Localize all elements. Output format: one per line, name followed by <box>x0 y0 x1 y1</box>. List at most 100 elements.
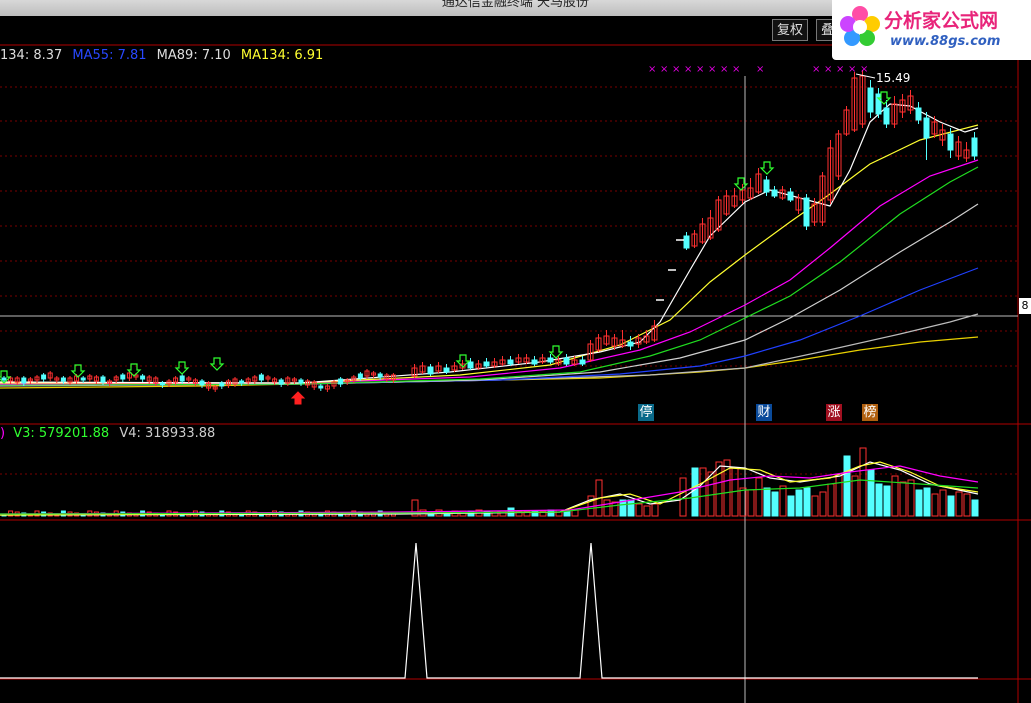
event-tag-limit-up[interactable]: 涨 <box>826 404 842 421</box>
x-marker: × <box>824 64 832 75</box>
candlesticks <box>1 70 978 392</box>
buy-arrow-icon <box>290 391 306 405</box>
volume-bar <box>971 499 979 517</box>
sell-arrow-icon <box>548 345 564 359</box>
ma-legend: 134: 8.37 MA55: 7.81 MA89: 7.10 MA134: 6… <box>0 48 323 63</box>
volume-bar <box>643 505 651 517</box>
x-marker: × <box>812 64 820 75</box>
event-tag-finance[interactable]: 财 <box>756 404 772 421</box>
volume-bar <box>715 461 723 517</box>
volume-bar <box>811 495 819 517</box>
x-marker: × <box>860 64 868 75</box>
candle-body <box>357 373 363 379</box>
panel-borders <box>0 44 1031 703</box>
volume-bar <box>651 503 659 517</box>
volume-bar <box>907 479 915 517</box>
ma-yellow <box>0 124 979 384</box>
volume-bar <box>947 495 955 517</box>
volume-bar <box>883 485 891 517</box>
volume-bar <box>787 495 795 517</box>
x-marker: × <box>648 64 656 75</box>
candle-body <box>219 382 225 387</box>
v3-value: V3: 579201.88 <box>13 426 110 441</box>
candle-body <box>803 197 810 227</box>
ma134-value: MA134: 6.91 <box>240 48 324 63</box>
candle-body <box>875 93 882 115</box>
candle-body <box>199 380 205 386</box>
moving-average-lines <box>0 103 979 389</box>
volume-bar <box>859 447 867 517</box>
vol-ma-green <box>0 479 979 515</box>
x-marker: × <box>848 64 856 75</box>
volume-bar <box>779 485 787 517</box>
candle-body <box>771 189 778 197</box>
sell-arrow-icon <box>174 361 190 375</box>
flower-logo-icon <box>840 6 880 46</box>
signal-arrows <box>0 91 892 405</box>
ma-white <box>0 103 979 384</box>
candle-body <box>763 179 770 193</box>
candle-body <box>100 376 106 383</box>
candle-body <box>41 374 47 380</box>
x-marker: × <box>696 64 704 75</box>
ma89-value: MA89: 7.10 <box>156 48 231 63</box>
candle-body <box>683 235 690 249</box>
volume-bar <box>691 467 699 517</box>
volume-bar <box>843 455 851 517</box>
volume-bar <box>939 489 947 517</box>
volume-bar <box>763 487 771 517</box>
candle-body <box>427 366 434 375</box>
candle-body <box>278 379 284 385</box>
volume-ma-lines <box>0 461 979 516</box>
volume-bar <box>699 467 707 517</box>
volume-bar <box>635 503 643 517</box>
ma34-value: 134: 8.37 <box>0 48 63 63</box>
candle-body <box>971 137 978 157</box>
top-x-markers: × × × × × × × × × × × × × × <box>648 64 868 75</box>
event-tag-list[interactable]: 榜 <box>862 404 878 421</box>
candle-body <box>915 107 922 121</box>
candle-body <box>443 367 450 373</box>
candle-body <box>239 380 245 384</box>
candle-body <box>579 359 586 365</box>
volume-bar <box>915 489 923 517</box>
volume-bar <box>851 475 859 517</box>
volume-bar <box>555 509 563 517</box>
candle-body <box>338 378 344 385</box>
volume-bar <box>955 491 963 517</box>
signal-spikes <box>0 542 978 679</box>
ma55-value: MA55: 7.81 <box>72 48 147 63</box>
candle-body <box>258 374 264 381</box>
candle-body <box>483 361 490 367</box>
ma-gray-mid <box>0 203 979 386</box>
crosshair <box>0 76 1018 703</box>
sell-arrow-icon <box>759 161 775 175</box>
candle-body <box>1 377 7 381</box>
candle-body <box>563 357 570 365</box>
candle-body <box>883 107 890 125</box>
x-marker: × <box>684 64 692 75</box>
site-logo: 分析家公式网 www.88gs.com <box>832 0 1031 60</box>
volume-bars <box>1 447 979 517</box>
volume-bar <box>931 493 939 517</box>
candle-body <box>787 191 794 201</box>
candle-body <box>21 377 27 384</box>
crosshair-price-tag: 8 <box>1019 298 1031 314</box>
stock-chart[interactable]: × × × × × × × × × × × × × × 15.49 <box>0 0 1031 703</box>
volume-bar <box>867 469 875 517</box>
x-marker: × <box>732 64 740 75</box>
volume-bar <box>803 487 811 517</box>
x-marker: × <box>708 64 716 75</box>
volume-bar <box>899 481 907 517</box>
volume-bar <box>611 501 619 517</box>
peak-label: 15.49 <box>876 71 910 85</box>
volume-legend: ) V3: 579201.88 V4: 318933.88 <box>0 426 215 441</box>
volume-bar <box>923 487 931 517</box>
volume-bar <box>747 489 755 517</box>
volume-bar <box>819 491 827 517</box>
volume-bar <box>491 510 499 517</box>
candle-body <box>467 361 474 369</box>
candle-body <box>867 87 874 113</box>
event-tag-stop[interactable]: 停 <box>638 404 654 421</box>
volume-bar <box>827 483 835 517</box>
